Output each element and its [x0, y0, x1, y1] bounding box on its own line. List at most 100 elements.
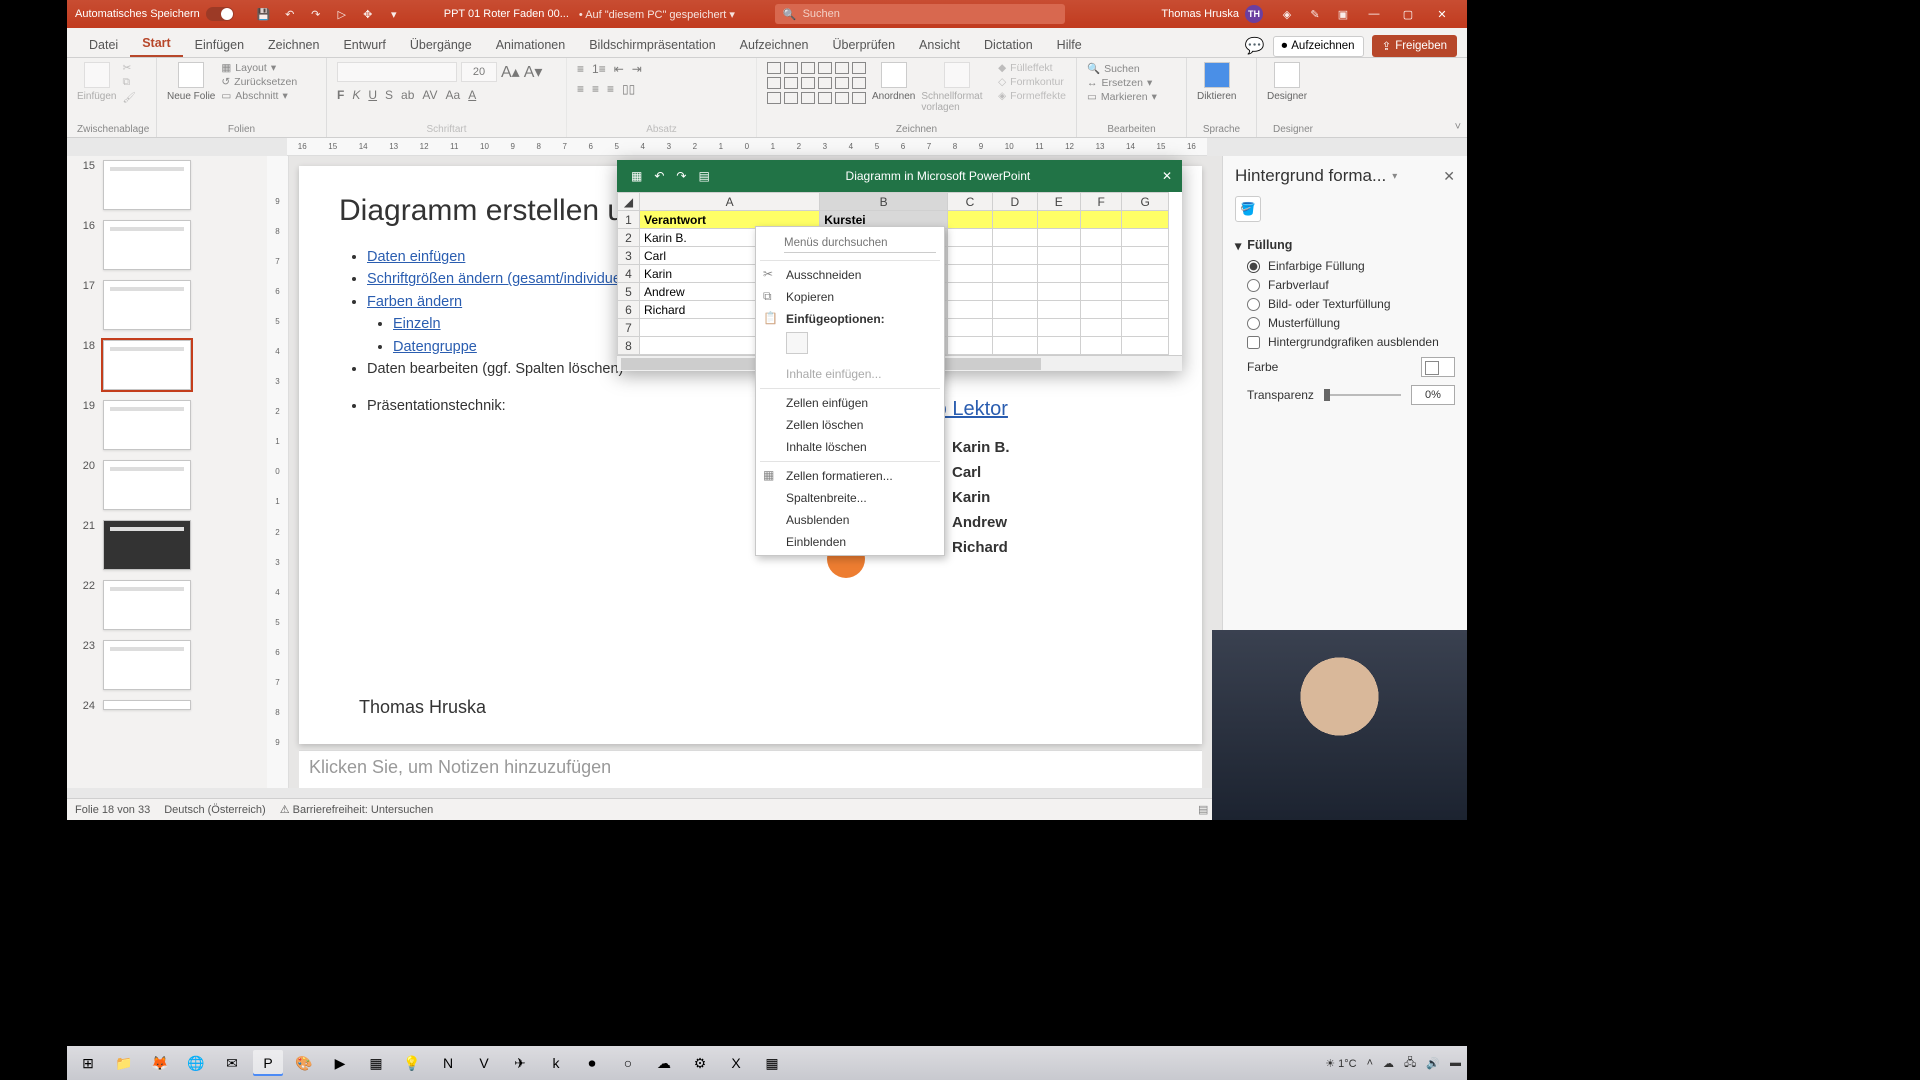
shape-outline-button[interactable]: ◇ Formkontur — [998, 76, 1066, 88]
grow-font-icon[interactable]: A▴ — [501, 62, 520, 82]
tb-app[interactable]: 🎨 — [289, 1050, 319, 1076]
comments-icon[interactable]: 💬 — [1245, 36, 1265, 56]
menu-unhide[interactable]: Einblenden — [756, 531, 944, 553]
col-header-a[interactable]: A — [640, 193, 820, 211]
tb-app6[interactable]: ○ — [613, 1050, 643, 1076]
menu-column-width[interactable]: Spaltenbreite... — [756, 487, 944, 509]
start-button[interactable]: ⊞ — [73, 1050, 103, 1076]
close-button[interactable]: ✕ — [1425, 0, 1459, 28]
thumb-21[interactable]: 21 — [77, 520, 257, 570]
tab-help[interactable]: Hilfe — [1045, 32, 1094, 57]
tab-view[interactable]: Ansicht — [907, 32, 972, 57]
menu-cut[interactable]: ✂Ausschneiden — [756, 264, 944, 286]
tb-obs[interactable]: ⏺ — [577, 1050, 607, 1076]
toggle-switch-icon[interactable] — [206, 7, 234, 21]
tray-volume-icon[interactable]: 🔊 — [1426, 1057, 1440, 1070]
diamond-icon[interactable]: ◈ — [1273, 8, 1301, 21]
section-button[interactable]: ▭ Abschnitt ▾ — [221, 90, 297, 102]
row-header[interactable]: 1 — [618, 211, 640, 229]
share-button[interactable]: ⇪ Freigeben — [1372, 35, 1457, 57]
col-header-b[interactable]: B — [820, 193, 948, 211]
opt-picture-fill[interactable]: Bild- oder Texturfüllung — [1247, 297, 1455, 311]
autosave-toggle[interactable]: Automatisches Speichern — [75, 7, 234, 21]
underline-icon[interactable]: U — [368, 88, 377, 102]
menu-clear-contents[interactable]: Inhalte löschen — [756, 436, 944, 458]
shape-effects-button[interactable]: ◈ Formeffekte — [998, 90, 1066, 102]
collapse-ribbon-icon[interactable]: ˅ — [1455, 121, 1461, 133]
tab-design[interactable]: Entwurf — [331, 32, 397, 57]
indent-dec-icon[interactable]: ⇤ — [614, 62, 624, 76]
tb-outlook[interactable]: ✉ — [217, 1050, 247, 1076]
status-accessibility[interactable]: ⚠ Barrierefreiheit: Untersuchen — [280, 803, 434, 816]
excel-edit-icon[interactable]: ▤ — [698, 169, 709, 183]
layout-button[interactable]: ▦ Layout ▾ — [221, 62, 297, 74]
thumb-23[interactable]: 23 — [77, 640, 257, 690]
col-header-f[interactable]: F — [1080, 193, 1121, 211]
opt-hide-graphics[interactable]: Hintergrundgrafiken ausblenden — [1247, 335, 1455, 349]
row-header[interactable]: 6 — [618, 301, 640, 319]
designer-button[interactable]: Designer — [1267, 62, 1307, 102]
row-header[interactable]: 4 — [618, 265, 640, 283]
tb-app3[interactable]: 💡 — [397, 1050, 427, 1076]
format-painter-icon[interactable]: 🖌 — [122, 91, 135, 104]
col-header-e[interactable]: E — [1037, 193, 1080, 211]
reset-button[interactable]: ↺ Zurücksetzen — [221, 76, 297, 88]
status-slide-number[interactable]: Folie 18 von 33 — [75, 804, 150, 816]
tb-app2[interactable]: ▦ — [361, 1050, 391, 1076]
cut-icon[interactable]: ✂ — [122, 62, 135, 74]
tray-battery-icon[interactable]: ▬ — [1450, 1057, 1461, 1069]
bullet-link[interactable]: Einzeln — [393, 316, 441, 332]
fill-color-button[interactable] — [1421, 357, 1455, 377]
col-header-d[interactable]: D — [992, 193, 1037, 211]
pane-close-icon[interactable]: ✕ — [1443, 168, 1455, 185]
bullet-link[interactable]: Schriftgrößen ändern (gesamt/individuell… — [367, 271, 632, 287]
menu-insert-cells[interactable]: Zellen einfügen — [756, 392, 944, 414]
paste-option-button[interactable] — [786, 332, 808, 354]
windows-taskbar[interactable]: ⊞ 📁 🦊 🌐 ✉ P 🎨 ▶ ▦ 💡 N V ✈ k ⏺ ○ ☁ ⚙ X ▦ … — [67, 1046, 1467, 1080]
weather-widget[interactable]: ☀ 1°C — [1325, 1057, 1356, 1070]
row-header[interactable]: 5 — [618, 283, 640, 301]
quick-styles-button[interactable]: Schnellformat vorlagen — [921, 62, 992, 113]
opt-gradient-fill[interactable]: Farbverlauf — [1247, 278, 1455, 292]
bullet-link[interactable]: Datengruppe — [393, 339, 477, 355]
bold-icon[interactable]: F — [337, 88, 344, 102]
align-left-icon[interactable]: ≡ — [577, 82, 584, 96]
tray-chevron-icon[interactable]: ˄ — [1367, 1057, 1373, 1069]
select-all-corner[interactable]: ◢ — [618, 193, 640, 211]
row-header[interactable]: 3 — [618, 247, 640, 265]
bullets-icon[interactable]: ≡ — [577, 62, 584, 76]
maximize-button[interactable]: ▢ — [1391, 0, 1425, 28]
tab-slideshow[interactable]: Bildschirmpräsentation — [577, 32, 727, 57]
transparency-slider[interactable] — [1324, 394, 1401, 396]
menu-copy[interactable]: ⧉Kopieren — [756, 286, 944, 308]
tb-app5[interactable]: k — [541, 1050, 571, 1076]
redo-icon[interactable]: ↷ — [308, 6, 324, 22]
thumb-15[interactable]: 15 — [77, 160, 257, 210]
touch-mode-icon[interactable]: ✥ — [360, 6, 376, 22]
shape-fill-button[interactable]: ◆ Fülleffekt — [998, 62, 1066, 74]
find-button[interactable]: 🔍 Suchen — [1087, 62, 1157, 75]
fill-section-header[interactable]: ▾ Füllung — [1235, 238, 1455, 253]
tab-transitions[interactable]: Übergänge — [398, 32, 484, 57]
italic-icon[interactable]: K — [352, 88, 360, 102]
tb-app7[interactable]: ☁ — [649, 1050, 679, 1076]
window-icon[interactable]: ▣ — [1329, 8, 1357, 21]
tab-record[interactable]: Aufzeichnen — [728, 32, 821, 57]
tb-excel[interactable]: X — [721, 1050, 751, 1076]
shrink-font-icon[interactable]: A▾ — [524, 62, 543, 82]
tb-explorer[interactable]: 📁 — [109, 1050, 139, 1076]
tb-onenote[interactable]: N — [433, 1050, 463, 1076]
pen-icon[interactable]: ✎ — [1301, 8, 1329, 21]
tab-animations[interactable]: Animationen — [484, 32, 578, 57]
new-slide-button[interactable]: Neue Folie — [167, 62, 215, 102]
tab-file[interactable]: Datei — [77, 32, 130, 57]
thumb-22[interactable]: 22 — [77, 580, 257, 630]
strike-icon[interactable]: S — [385, 88, 393, 102]
dictate-button[interactable]: Diktieren — [1197, 62, 1236, 102]
font-size-input[interactable]: 20 — [461, 62, 497, 82]
bullet-link[interactable]: Daten einfügen — [367, 249, 465, 265]
save-status[interactable]: • Auf "diesem PC" gespeichert ▾ — [579, 8, 735, 21]
tb-vlc[interactable]: ▶ — [325, 1050, 355, 1076]
tray-onedrive-icon[interactable]: ☁ — [1383, 1057, 1394, 1070]
columns-icon[interactable]: ▯▯ — [622, 82, 635, 96]
